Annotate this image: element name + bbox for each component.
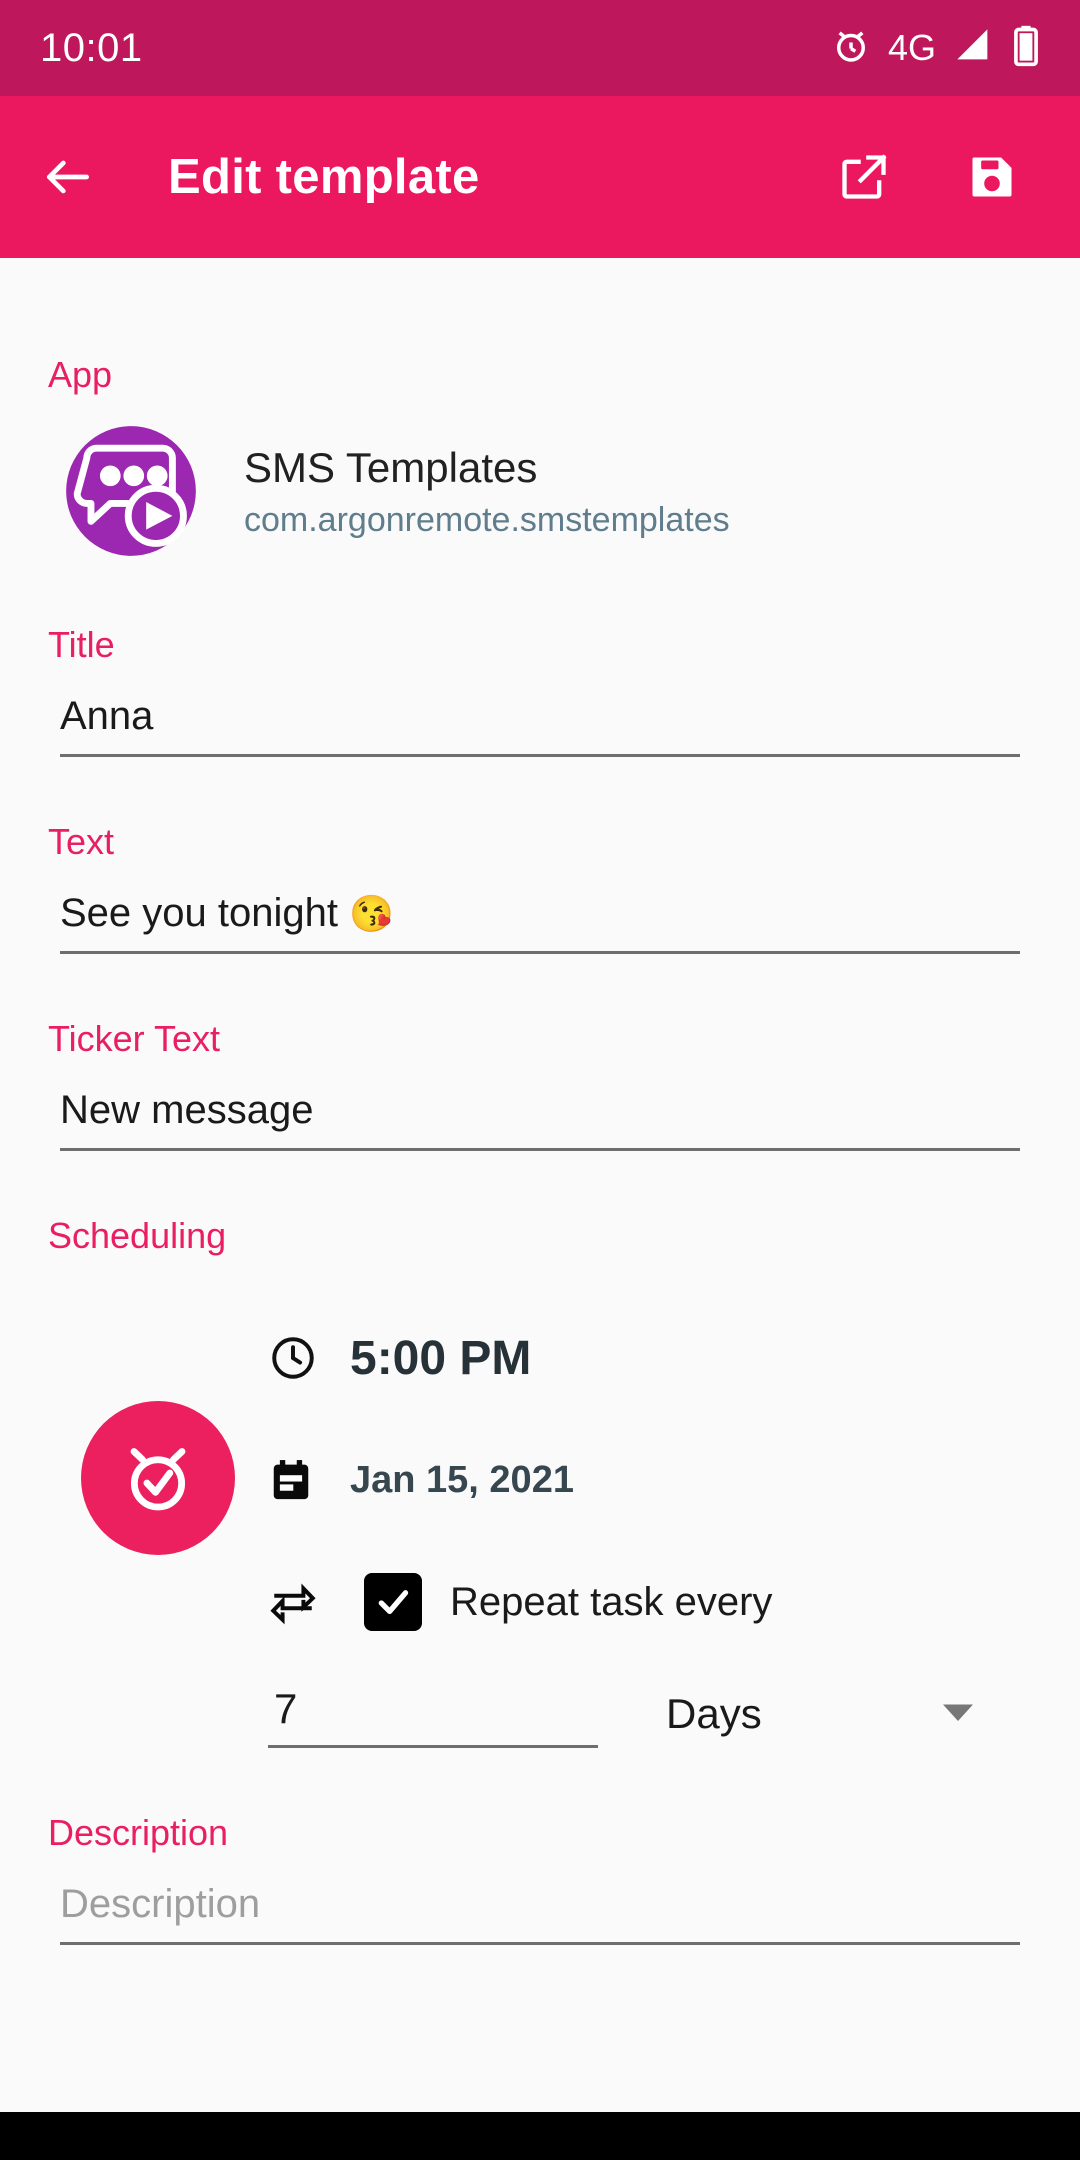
text-input[interactable]: See you tonight 😘 <box>60 889 1020 954</box>
back-button[interactable] <box>40 149 96 205</box>
chevron-down-icon <box>940 1699 976 1730</box>
battery-icon <box>1012 24 1040 73</box>
network-type-label: 4G <box>887 27 936 68</box>
form-content: App SMS Templates com.argonremote.smstem… <box>0 354 1080 2160</box>
title-input[interactable]: Anna <box>60 692 1020 757</box>
repeat-unit-dropdown[interactable]: Days <box>666 1690 1032 1748</box>
ticker-text-field[interactable]: New message <box>48 1086 1032 1151</box>
scheduling-rows: 5:00 PM Jan 15, 2021 Repeat task every <box>268 1293 1032 1663</box>
signal-icon <box>952 26 996 71</box>
scheduling-badge[interactable] <box>48 1293 268 1663</box>
alarm-check-icon <box>81 1401 235 1555</box>
alarm-icon <box>830 25 872 72</box>
ticker-text-input[interactable]: New message <box>60 1086 1020 1151</box>
section-label-description: Description <box>48 1812 229 1853</box>
status-clock: 10:01 <box>40 25 143 70</box>
description-input[interactable]: Description <box>60 1880 1020 1945</box>
app-meta: SMS Templates com.argonremote.smstemplat… <box>244 442 730 540</box>
app-selector-row[interactable]: SMS Templates com.argonremote.smstemplat… <box>48 422 1032 560</box>
repeat-task-checkbox[interactable] <box>364 1573 422 1631</box>
scheduled-date: Jan 15, 2021 <box>350 1458 574 1501</box>
app-bar-actions <box>838 151 1018 203</box>
status-bar: 10:01 4G <box>0 0 1080 96</box>
section-label-text: Text <box>48 821 115 862</box>
section-label-title: Title <box>48 624 115 665</box>
status-icons: 4G <box>830 24 1040 73</box>
section-label-app: App <box>48 354 113 395</box>
app-name: SMS Templates <box>244 444 538 492</box>
repeat-row[interactable]: Repeat task every <box>268 1541 1032 1663</box>
page-title: Edit template <box>168 150 480 204</box>
text-field[interactable]: See you tonight 😘 <box>48 889 1032 954</box>
time-row[interactable]: 5:00 PM <box>268 1297 1032 1419</box>
app-package-name: com.argonremote.smstemplates <box>244 500 730 539</box>
section-label-scheduling: Scheduling <box>48 1215 227 1256</box>
app-logo-icon <box>62 422 200 560</box>
app-bar: Edit template <box>0 96 1080 258</box>
calendar-icon <box>268 1457 330 1503</box>
repeat-interval-input[interactable]: 7 <box>268 1685 598 1748</box>
title-field[interactable]: Anna <box>48 692 1032 757</box>
repeat-interval-row: 7 Days <box>48 1685 1032 1748</box>
scheduled-time: 5:00 PM <box>350 1331 532 1385</box>
date-row[interactable]: Jan 15, 2021 <box>268 1419 1032 1541</box>
repeat-task-label: Repeat task every <box>450 1579 773 1624</box>
open-in-new-icon[interactable] <box>838 151 890 203</box>
repeat-icon <box>268 1577 330 1627</box>
scheduling-block: 5:00 PM Jan 15, 2021 Repeat task every <box>48 1293 1032 1663</box>
description-field[interactable]: Description <box>48 1880 1032 1945</box>
system-navigation-bar <box>0 2112 1080 2160</box>
phone-screen: 10:01 4G Edit template App SMS Templates… <box>0 0 1080 2160</box>
save-floppy-icon[interactable] <box>966 151 1018 203</box>
clock-icon <box>268 1333 330 1383</box>
repeat-unit-value: Days <box>666 1690 762 1737</box>
kiss-emoji: 😘 <box>349 893 394 934</box>
section-label-ticker-text: Ticker Text <box>48 1018 221 1059</box>
text-input-value: See you tonight <box>60 891 338 935</box>
